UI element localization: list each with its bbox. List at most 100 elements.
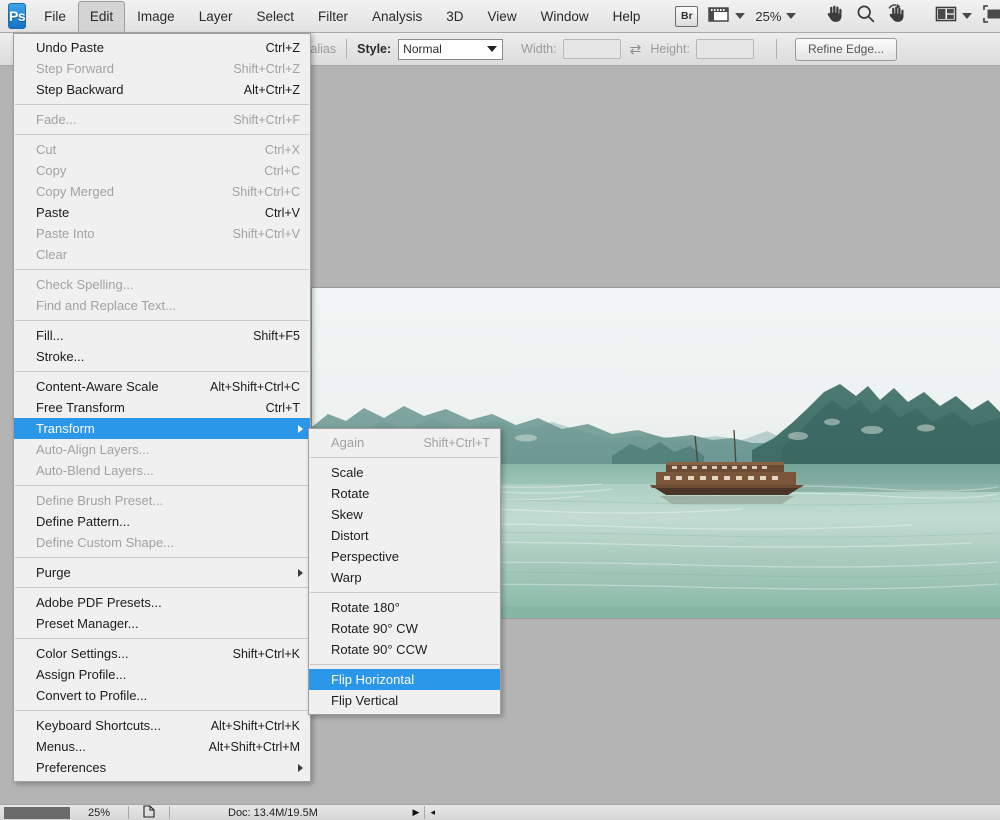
edit_menu-item-assign-profile[interactable]: Assign Profile... [14, 664, 310, 685]
transform_submenu-item-scale[interactable]: Scale [309, 462, 500, 483]
transform_submenu-item-rotate-90-cw[interactable]: Rotate 90° CW [309, 618, 500, 639]
height-input[interactable] [695, 39, 754, 59]
menu-separator [15, 638, 309, 639]
edit_menu-item-preferences[interactable]: Preferences [14, 757, 310, 778]
zoom-tool-button[interactable] [850, 4, 881, 28]
transform_submenu-item-flip-vertical[interactable]: Flip Vertical [309, 690, 500, 711]
scroll-right-arrow[interactable]: ▶ [408, 807, 425, 818]
menu-item-label: Convert to Profile... [36, 688, 148, 703]
edit_menu-item-transform[interactable]: Transform [14, 418, 310, 439]
menu-separator [15, 371, 309, 372]
chevron-down-icon [786, 13, 797, 19]
swap-dimensions-icon[interactable]: ⇄ [630, 41, 642, 58]
edit_menu-item-free-transform[interactable]: Free Transform Ctrl+T [14, 397, 310, 418]
hand-tool-button[interactable] [819, 4, 850, 28]
submenu-arrow-icon [298, 424, 303, 433]
menu-item-label: Rotate 90° CW [331, 621, 418, 636]
transform_submenu-item-flip-horizontal[interactable]: Flip Horizontal [309, 669, 500, 690]
arrange-documents-button[interactable] [930, 4, 977, 28]
transform_submenu-item-rotate-90-ccw[interactable]: Rotate 90° CCW [309, 639, 500, 660]
transform_submenu-item-rotate[interactable]: Rotate [309, 483, 500, 504]
edit_menu-item-convert-to-profile[interactable]: Convert to Profile... [14, 685, 310, 706]
menu-separator [15, 485, 309, 486]
edit_menu-item-keyboard-shortcuts[interactable]: Keyboard Shortcuts... Alt+Shift+Ctrl+K [14, 715, 310, 736]
transform-submenu[interactable]: Again Shift+Ctrl+T Scale Rotate Skew Distort P… [308, 428, 501, 715]
divider [775, 39, 777, 59]
menu-item-label: Rotate 180° [331, 600, 400, 615]
menu-item-label: Step Backward [36, 82, 124, 97]
edit_menu-item-copy-merged: Copy Merged Shift+Ctrl+C [14, 181, 310, 202]
width-input[interactable] [562, 39, 621, 59]
transform_submenu-item-perspective[interactable]: Perspective [309, 546, 500, 567]
status-zoom-value[interactable]: 25% [70, 807, 128, 819]
menu-bar-item-file[interactable]: File [32, 1, 78, 32]
menu-bar-item-analysis[interactable]: Analysis [360, 1, 434, 32]
menu-bar-item-image[interactable]: Image [125, 1, 187, 32]
menu-item-label: Perspective [331, 549, 399, 564]
transform_submenu-item-rotate-180[interactable]: Rotate 180° [309, 597, 500, 618]
refine-edge-button[interactable]: Refine Edge... [794, 37, 898, 61]
height-label: Height: [650, 42, 690, 56]
menu-item-label: Auto-Align Layers... [36, 442, 150, 457]
edit_menu-item-paste[interactable]: Paste Ctrl+V [14, 202, 310, 223]
menu-bar-item-filter[interactable]: Filter [306, 1, 360, 32]
edit_menu-item-step-backward[interactable]: Step Backward Alt+Ctrl+Z [14, 79, 310, 100]
chevron-down-icon [487, 46, 498, 52]
menu-bar-item-view[interactable]: View [476, 1, 529, 32]
divider [346, 39, 348, 59]
zoom-slider-handle[interactable] [4, 806, 70, 819]
rotate-view-tool-button[interactable] [881, 4, 912, 28]
edit_menu-item-fill[interactable]: Fill... Shift+F5 [14, 325, 310, 346]
screen-mode-button[interactable] [977, 4, 1000, 28]
menu-item-shortcut: Shift+Ctrl+V [232, 226, 300, 241]
menu-bar-item-window[interactable]: Window [529, 1, 601, 32]
menu-item-label: Copy [36, 163, 67, 178]
menu-separator [15, 557, 309, 558]
menu-item-label: Keyboard Shortcuts... [36, 718, 162, 733]
edit_menu-item-menus[interactable]: Menus... Alt+Shift+Ctrl+M [14, 736, 310, 757]
menu-bar-item-layer[interactable]: Layer [187, 1, 245, 32]
edit_menu-item-define-pattern[interactable]: Define Pattern... [14, 511, 310, 532]
menu-bar-item-select[interactable]: Select [244, 1, 306, 32]
edit_menu-item-undo-paste[interactable]: Undo Paste Ctrl+Z [14, 37, 310, 58]
menu-bar-item-3d[interactable]: 3D [434, 1, 475, 32]
menu-separator [15, 104, 309, 105]
edit_menu-item-color-settings[interactable]: Color Settings... Shift+Ctrl+K [14, 643, 310, 664]
edit_menu-item-adobe-pdf-presets[interactable]: Adobe PDF Presets... [14, 592, 310, 613]
edit_menu-item-find-and-replace-text: Find and Replace Text... [14, 295, 310, 316]
menu-separator [310, 457, 499, 458]
bridge-button[interactable]: Br [670, 4, 703, 28]
menu-item-label: Warp [331, 570, 362, 585]
menu-item-label: Color Settings... [36, 646, 129, 661]
edit_menu-item-purge[interactable]: Purge [14, 562, 310, 583]
style-select[interactable]: Normal [398, 38, 504, 60]
transform_submenu-item-distort[interactable]: Distort [309, 525, 500, 546]
menu-item-label: Define Brush Preset... [36, 493, 164, 508]
view-extras-button[interactable] [703, 4, 750, 28]
edit_menu-item-content-aware-scale[interactable]: Content-Aware Scale Alt+Shift+Ctrl+C [14, 376, 310, 397]
edit_menu-item-preset-manager[interactable]: Preset Manager... [14, 613, 310, 634]
edit_menu-item-stroke[interactable]: Stroke... [14, 346, 310, 367]
menu-item-shortcut: Alt+Ctrl+Z [243, 82, 300, 97]
style-select-value: Normal [403, 42, 442, 56]
menu-item-shortcut: Shift+Ctrl+K [232, 646, 300, 661]
menu-bar-item-help[interactable]: Help [601, 1, 653, 32]
transform_submenu-item-skew[interactable]: Skew [309, 504, 500, 525]
edit-menu-dropdown[interactable]: Undo Paste Ctrl+Z Step Forward Shift+Ctrl+Z… [13, 33, 311, 782]
document-info: Doc: 13.4M/19.5M [228, 806, 318, 819]
menu-item-label: Undo Paste [36, 40, 104, 55]
document-page-icon[interactable] [129, 804, 169, 820]
menu-item-label: Rotate [331, 486, 370, 501]
menu-item-label: Flip Vertical [331, 693, 399, 708]
transform_submenu-item-warp[interactable]: Warp [309, 567, 500, 588]
status-bar: 25% Doc: 13.4M/19.5M ▶ ◂ [0, 804, 1000, 820]
zoom-level-control[interactable]: 25% [750, 4, 801, 28]
view-extras-icon [708, 5, 730, 28]
photoshop-logo[interactable]: Ps [8, 3, 27, 29]
menu-bar-item-edit[interactable]: Edit [77, 0, 126, 32]
menu-item-shortcut: Shift+Ctrl+C [231, 184, 300, 199]
edit_menu-item-paste-into: Paste Into Shift+Ctrl+V [14, 223, 310, 244]
menu-item-shortcut: Shift+Ctrl+Z [233, 61, 300, 76]
scroll-left-arrow[interactable]: ◂ [425, 807, 440, 818]
menu-item-shortcut: Shift+F5 [253, 328, 300, 343]
